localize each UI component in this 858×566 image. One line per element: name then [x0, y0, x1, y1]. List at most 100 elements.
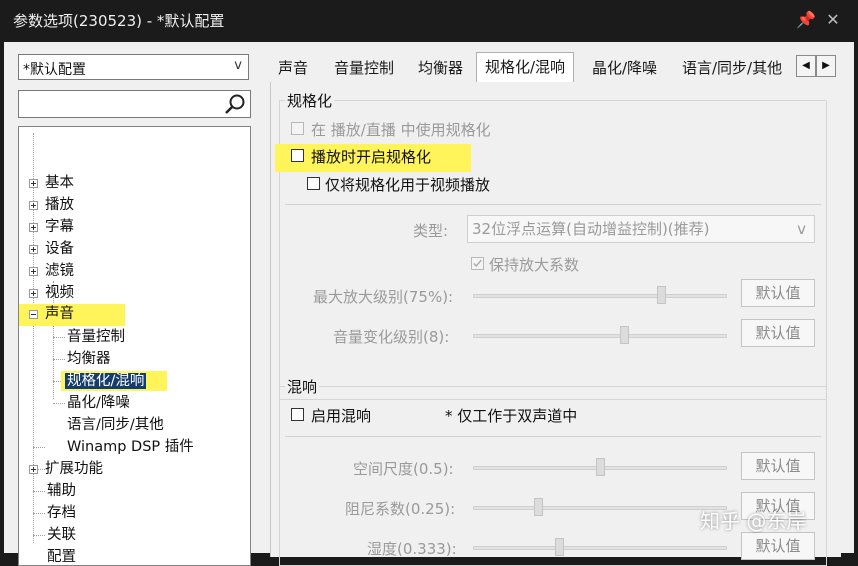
search-input[interactable] — [18, 90, 251, 118]
watermark: 知乎 @东岸 — [700, 509, 807, 533]
tree-item-basic[interactable]: 基本 — [29, 173, 74, 193]
tree-item-label: Winamp DSP 插件 — [67, 439, 194, 455]
tree-item-volume-control[interactable]: 音量控制 — [67, 327, 125, 347]
separator — [285, 436, 821, 437]
room-size-default-button[interactable]: 默认值 — [741, 452, 815, 480]
type-select[interactable]: 32位浮点运算(自动增益控制)(推荐) v — [467, 215, 815, 243]
tree-item-label: 辅助 — [47, 483, 76, 499]
tree-item-subtitles[interactable]: 字幕 — [29, 217, 74, 237]
wet-default-button[interactable]: 默认值 — [741, 532, 815, 560]
tree-item-language-sync-other[interactable]: 语言/同步/其他 — [67, 415, 164, 435]
volume-change-default-button[interactable]: 默认值 — [741, 319, 815, 347]
tree-item-label: 播放 — [45, 197, 74, 213]
chevron-down-icon: v — [234, 58, 242, 73]
tree-connector-line — [53, 359, 65, 360]
expand-icon[interactable] — [29, 465, 38, 474]
expand-icon[interactable] — [29, 201, 38, 210]
tab-volume-control[interactable]: 音量控制 — [334, 54, 394, 82]
title-bar: 参数选项(230523) - *默认配置 📌 ✕ — [0, 0, 858, 42]
normalize-group-title: 规格化 — [285, 90, 335, 111]
enable-reverb-label: 启用混响 — [311, 407, 372, 425]
tab-bar: 声音 音量控制 均衡器 规格化/混响 晶化/降噪 语言/同步/其他 — [270, 52, 840, 82]
tab-normalize-reverb[interactable]: 规格化/混响 — [476, 52, 575, 82]
tree-item-label: 规格化/混响 — [65, 373, 147, 389]
tree-item-label: 声音 — [45, 306, 74, 322]
pin-icon[interactable]: 📌 — [796, 9, 816, 31]
tree-connector-line — [33, 513, 45, 514]
tree-item-filters[interactable]: 滤镜 — [29, 261, 74, 281]
tree-item-config[interactable]: 配置 — [47, 547, 76, 565]
max-gain-slider-track[interactable] — [473, 294, 727, 298]
tree-item-label: 关联 — [47, 527, 76, 543]
tree-item-label: 滤镜 — [45, 263, 74, 279]
settings-tree: 基本 播放 字幕 设备 滤镜 视频 声音 音量控制 均衡器 规格化/混响 晶化/… — [18, 126, 251, 566]
use-in-play-label: 在 播放/直播 中使用规格化 — [311, 121, 491, 139]
type-label: 类型: — [413, 222, 449, 240]
keep-gain-checkbox[interactable] — [471, 257, 484, 270]
wet-slider-track[interactable] — [473, 546, 727, 550]
tree-item-label: 视频 — [45, 285, 74, 301]
window-title: 参数选项(230523) - *默认配置 — [13, 12, 225, 30]
tab-scroll-right-icon[interactable]: ▶ — [816, 55, 836, 77]
search-icon[interactable] — [224, 93, 246, 115]
tab-language-sync-other[interactable]: 语言/同步/其他 — [682, 54, 782, 82]
tree-item-label: 音量控制 — [67, 329, 125, 345]
tree-item-label: 语言/同步/其他 — [67, 417, 164, 433]
use-in-play-checkbox[interactable] — [291, 122, 304, 135]
expand-icon[interactable] — [29, 245, 38, 254]
tree-item-video[interactable]: 视频 — [29, 283, 74, 303]
keep-gain-label: 保持放大系数 — [489, 256, 580, 274]
tree-item-audio[interactable]: 声音 — [19, 304, 125, 326]
tab-audio[interactable]: 声音 — [278, 54, 308, 82]
expand-icon[interactable] — [29, 289, 38, 298]
tab-scroll-left-icon[interactable]: ◀ — [796, 55, 816, 77]
max-gain-default-button[interactable]: 默认值 — [741, 279, 815, 307]
wet-label: 湿度(0.333): — [367, 540, 457, 558]
tree-item-playback[interactable]: 播放 — [29, 195, 74, 215]
tree-item-devices[interactable]: 设备 — [29, 239, 74, 259]
separator — [285, 204, 821, 205]
tree-item-label: 字幕 — [45, 219, 74, 235]
tree-item-extensions[interactable]: 扩展功能 — [29, 459, 103, 479]
tree-connector-line — [33, 447, 45, 448]
preset-select[interactable]: *默认配置 v — [18, 54, 249, 80]
tree-connector-line — [33, 535, 45, 536]
tree-item-archive[interactable]: 存档 — [47, 503, 76, 523]
volume-change-slider-thumb[interactable] — [620, 326, 629, 344]
checkmark-icon — [473, 259, 482, 268]
expand-icon[interactable] — [29, 223, 38, 232]
damping-slider-track[interactable] — [473, 506, 727, 510]
tree-item-label: 设备 — [45, 241, 74, 257]
tree-item-equalizer[interactable]: 均衡器 — [67, 349, 111, 369]
tree-item-crystalize-denoise[interactable]: 晶化/降噪 — [67, 393, 130, 413]
tree-item-label: 存档 — [47, 505, 76, 521]
chevron-down-icon: v — [797, 220, 806, 238]
tree-connector-line — [33, 491, 45, 492]
max-gain-label: 最大放大级别(75%): — [313, 288, 454, 306]
collapse-icon[interactable] — [29, 310, 38, 319]
tree-item-label: 基本 — [45, 175, 74, 191]
video-only-checkbox[interactable] — [307, 177, 320, 190]
tab-panel: 规格化 在 播放/直播 中使用规格化 播放时开启规格化 仅将规格化用于视频播放 … — [270, 82, 841, 566]
tree-item-label: 均衡器 — [67, 351, 111, 367]
tree-item-label: 扩展功能 — [45, 461, 103, 477]
expand-icon[interactable] — [29, 179, 38, 188]
volume-change-slider-track[interactable] — [473, 334, 727, 338]
tree-item-associations[interactable]: 关联 — [47, 525, 76, 545]
damping-slider-thumb[interactable] — [534, 498, 544, 516]
tree-item-normalize-reverb[interactable]: 规格化/混响 — [61, 371, 167, 391]
max-gain-slider-thumb[interactable] — [656, 286, 666, 304]
wet-slider-thumb[interactable] — [554, 538, 564, 556]
room-size-slider-thumb[interactable] — [595, 458, 605, 476]
tree-item-assist[interactable]: 辅助 — [47, 481, 76, 501]
type-value: 32位浮点运算(自动增益控制)(推荐) — [472, 220, 710, 238]
preset-value: *默认配置 — [23, 62, 86, 78]
close-icon[interactable]: ✕ — [823, 9, 843, 31]
expand-icon[interactable] — [29, 267, 38, 276]
tree-item-winamp-dsp[interactable]: Winamp DSP 插件 — [67, 437, 194, 457]
enable-normalize-checkbox[interactable] — [291, 149, 304, 162]
reverb-note: * 仅工作于双声道中 — [445, 407, 578, 425]
enable-reverb-checkbox[interactable] — [291, 408, 304, 421]
tab-crystalize-denoise[interactable]: 晶化/降噪 — [592, 54, 657, 82]
tab-equalizer[interactable]: 均衡器 — [418, 54, 463, 82]
